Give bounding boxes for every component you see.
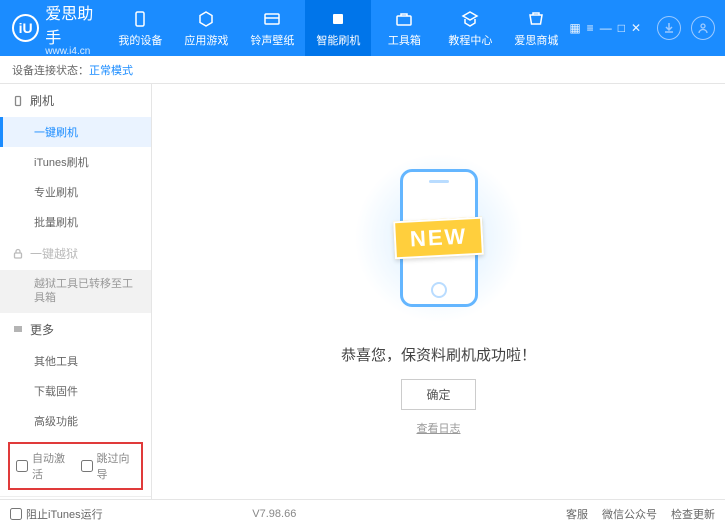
footer-link[interactable]: 检查更新 xyxy=(671,506,715,522)
sidebar-section-flash[interactable]: 刷机 xyxy=(0,84,151,117)
nav-label: 应用游戏 xyxy=(184,32,228,48)
sidebar: 刷机一键刷机iTunes刷机专业刷机批量刷机一键越狱越狱工具已转移至工具箱更多其… xyxy=(0,84,152,499)
maximize-button[interactable]: □ xyxy=(618,21,625,35)
gift-icon[interactable]: ▦ xyxy=(569,21,580,35)
nav-icon xyxy=(394,9,414,29)
section-title: 刷机 xyxy=(30,92,54,109)
status-value: 正常模式 xyxy=(89,62,133,78)
status-label: 设备连接状态： xyxy=(12,62,89,78)
nav-1[interactable]: 应用游戏 xyxy=(173,0,239,56)
sidebar-item: 越狱工具已转移至工具箱 xyxy=(0,270,151,313)
nav-label: 教程中心 xyxy=(448,32,492,48)
nav-label: 智能刷机 xyxy=(316,32,360,48)
sidebar-item[interactable]: 其他工具 xyxy=(0,346,151,376)
sidebar-item[interactable]: 专业刷机 xyxy=(0,177,151,207)
nav-icon xyxy=(262,9,282,29)
nav-6[interactable]: 爱思商城 xyxy=(503,0,569,56)
block-itunes-checkbox[interactable]: 阻止iTunes运行 xyxy=(10,506,103,522)
user-icon[interactable] xyxy=(691,16,715,40)
auto-activate-label: 自动激活 xyxy=(32,450,71,482)
status-bar: 设备连接状态： 正常模式 xyxy=(0,56,725,84)
device-info: ▯ iPhone 15 Pro Max 512GB iPhone xyxy=(0,496,151,499)
nav-3[interactable]: 智能刷机 xyxy=(305,0,371,56)
section-title: 一键越狱 xyxy=(30,245,78,262)
skip-setup-label: 跳过向导 xyxy=(97,450,136,482)
close-button[interactable]: ✕ xyxy=(631,21,641,35)
new-ribbon: NEW xyxy=(393,216,484,259)
sidebar-item[interactable]: 下载固件 xyxy=(0,376,151,406)
download-icon[interactable] xyxy=(657,16,681,40)
sidebar-item[interactable]: iTunes刷机 xyxy=(0,147,151,177)
section-icon xyxy=(12,95,24,107)
window-controls: ▦ ≡ — □ ✕ xyxy=(569,21,641,35)
footer: 阻止iTunes运行 V7.98.66 客服微信公众号检查更新 xyxy=(0,499,725,527)
footer-link[interactable]: 微信公众号 xyxy=(602,506,657,522)
options-highlight-box: 自动激活 跳过向导 xyxy=(8,442,143,490)
sidebar-item[interactable]: 批量刷机 xyxy=(0,207,151,237)
menu-icon[interactable]: ≡ xyxy=(587,21,594,35)
sidebar-item[interactable]: 一键刷机 xyxy=(0,117,151,147)
version-label: V7.98.66 xyxy=(252,508,296,520)
nav-icon xyxy=(526,9,546,29)
view-log-link[interactable]: 查看日志 xyxy=(417,420,461,436)
app-name: 爱思助手 xyxy=(45,0,107,48)
footer-links: 客服微信公众号检查更新 xyxy=(566,506,715,522)
app-url: www.i4.cn xyxy=(45,46,107,57)
nav-label: 我的设备 xyxy=(118,32,162,48)
confirm-button[interactable]: 确定 xyxy=(401,379,475,410)
nav-icon xyxy=(328,9,348,29)
main-panel: NEW 恭喜您，保资料刷机成功啦！ 确定 查看日志 xyxy=(152,84,725,499)
success-message: 恭喜您，保资料刷机成功啦！ xyxy=(341,344,536,365)
titlebar: iU 爱思助手 www.i4.cn 我的设备 应用游戏 铃声壁纸 智能刷机 工具箱 教程中… xyxy=(0,0,725,56)
section-icon xyxy=(12,323,24,335)
nav-label: 工具箱 xyxy=(388,32,421,48)
sidebar-section-jailbreak[interactable]: 一键越狱 xyxy=(0,237,151,270)
auto-activate-checkbox[interactable]: 自动激活 xyxy=(16,450,71,482)
nav-icon xyxy=(460,9,480,29)
section-title: 更多 xyxy=(30,321,54,338)
titlebar-right: ▦ ≡ — □ ✕ xyxy=(569,16,725,40)
sidebar-item[interactable]: 高级功能 xyxy=(0,406,151,436)
top-nav: 我的设备 应用游戏 铃声壁纸 智能刷机 工具箱 教程中心 爱思商城 xyxy=(107,0,569,56)
nav-label: 爱思商城 xyxy=(514,32,558,48)
success-illustration: NEW xyxy=(349,148,529,328)
nav-label: 铃声壁纸 xyxy=(250,32,294,48)
minimize-button[interactable]: — xyxy=(600,21,612,35)
nav-icon xyxy=(130,9,150,29)
logo-icon: iU xyxy=(12,14,39,42)
nav-4[interactable]: 工具箱 xyxy=(371,0,437,56)
section-icon xyxy=(12,248,24,260)
nav-icon xyxy=(196,9,216,29)
app-logo: iU 爱思助手 www.i4.cn xyxy=(0,0,107,57)
footer-link[interactable]: 客服 xyxy=(566,506,588,522)
sidebar-section-more[interactable]: 更多 xyxy=(0,313,151,346)
skip-setup-checkbox[interactable]: 跳过向导 xyxy=(81,450,136,482)
nav-0[interactable]: 我的设备 xyxy=(107,0,173,56)
nav-5[interactable]: 教程中心 xyxy=(437,0,503,56)
nav-2[interactable]: 铃声壁纸 xyxy=(239,0,305,56)
block-itunes-label: 阻止iTunes运行 xyxy=(26,506,103,522)
